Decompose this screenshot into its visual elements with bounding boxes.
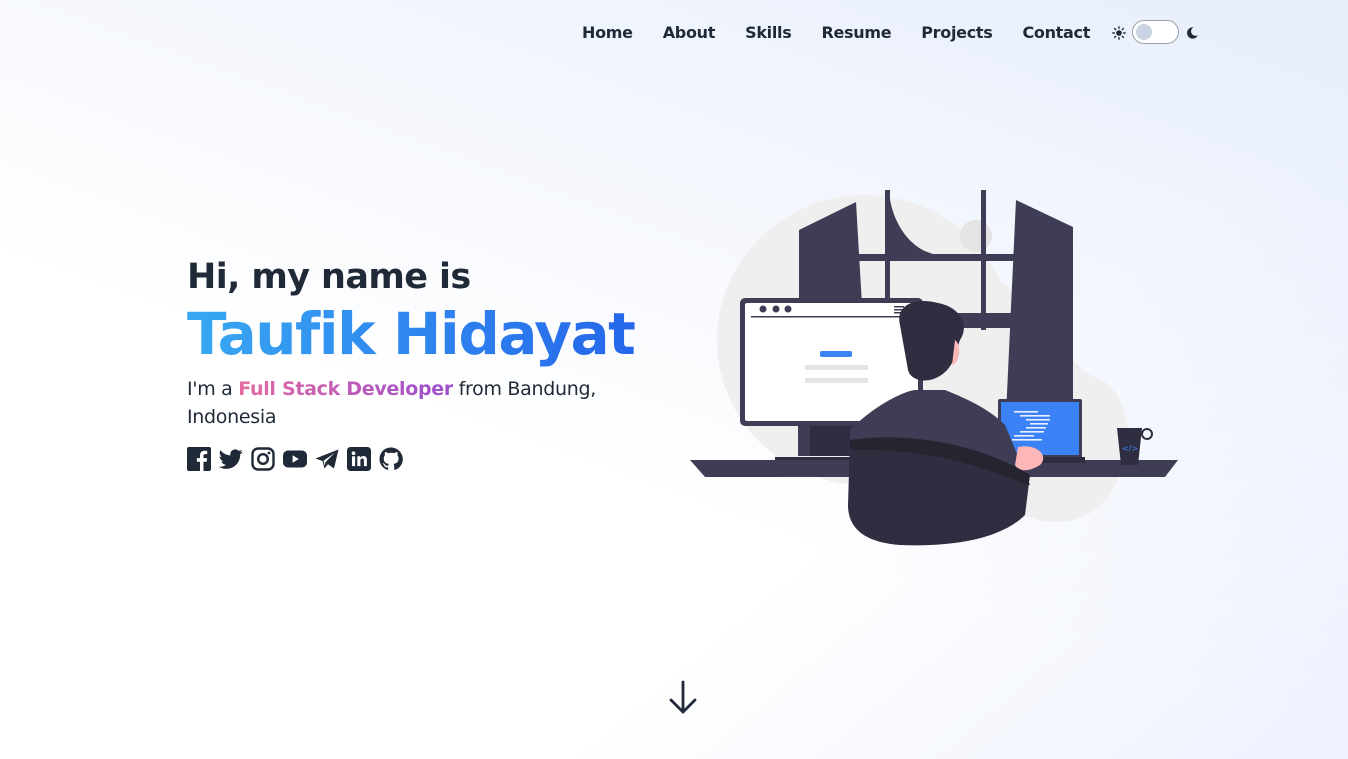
main-nav: Home About Skills Resume Projects Contac…: [568, 18, 1199, 46]
sun-icon: [1112, 25, 1126, 40]
instagram-icon: [251, 447, 275, 471]
youtube-link[interactable]: [283, 447, 307, 471]
moon-icon: [1185, 25, 1199, 39]
toggle-knob: [1136, 24, 1153, 40]
nav-about[interactable]: About: [663, 23, 716, 42]
linkedin-icon: [347, 447, 371, 471]
instagram-link[interactable]: [251, 447, 275, 471]
scroll-down-button[interactable]: [668, 680, 698, 716]
theme-switcher: [1112, 20, 1199, 44]
hero-name: Taufik Hidayat: [187, 299, 657, 369]
developer-illustration: </>: [690, 185, 1182, 550]
arrow-down-icon: [669, 680, 697, 714]
linkedin-link[interactable]: [347, 447, 371, 471]
facebook-link[interactable]: [187, 447, 211, 471]
nav-contact[interactable]: Contact: [1022, 23, 1090, 42]
role-highlight: Full Stack Developer: [238, 378, 453, 400]
youtube-icon: [283, 450, 307, 468]
github-icon: [379, 447, 403, 470]
twitter-link[interactable]: [219, 447, 243, 471]
developer-at-desk-illustration: </>: [690, 190, 1178, 546]
github-link[interactable]: [379, 447, 403, 471]
telegram-link[interactable]: [315, 447, 339, 471]
curtain-right: [1006, 200, 1073, 415]
screen-button: [820, 351, 852, 357]
nav-projects[interactable]: Projects: [921, 23, 993, 42]
nav-resume[interactable]: Resume: [821, 23, 891, 42]
nav-skills[interactable]: Skills: [745, 23, 792, 42]
social-links: [187, 447, 657, 471]
greeting: Hi, my name is: [187, 257, 471, 297]
tagline: I'm a Full Stack Developer from Bandung,…: [187, 375, 617, 431]
twitter-icon: [219, 449, 243, 469]
theme-toggle[interactable]: [1132, 20, 1180, 44]
tagline-prefix: I'm a: [187, 378, 239, 400]
window-bar-top: [858, 254, 1016, 261]
telegram-icon: [315, 449, 339, 469]
bg-dot: [960, 220, 992, 252]
nav-home[interactable]: Home: [582, 23, 633, 42]
hero-section: Hi, my name is Taufik Hidayat I'm a Full…: [187, 255, 657, 471]
window-mullion: [981, 190, 986, 330]
facebook-icon: [187, 447, 211, 471]
svg-text:</>: </>: [1122, 444, 1138, 453]
